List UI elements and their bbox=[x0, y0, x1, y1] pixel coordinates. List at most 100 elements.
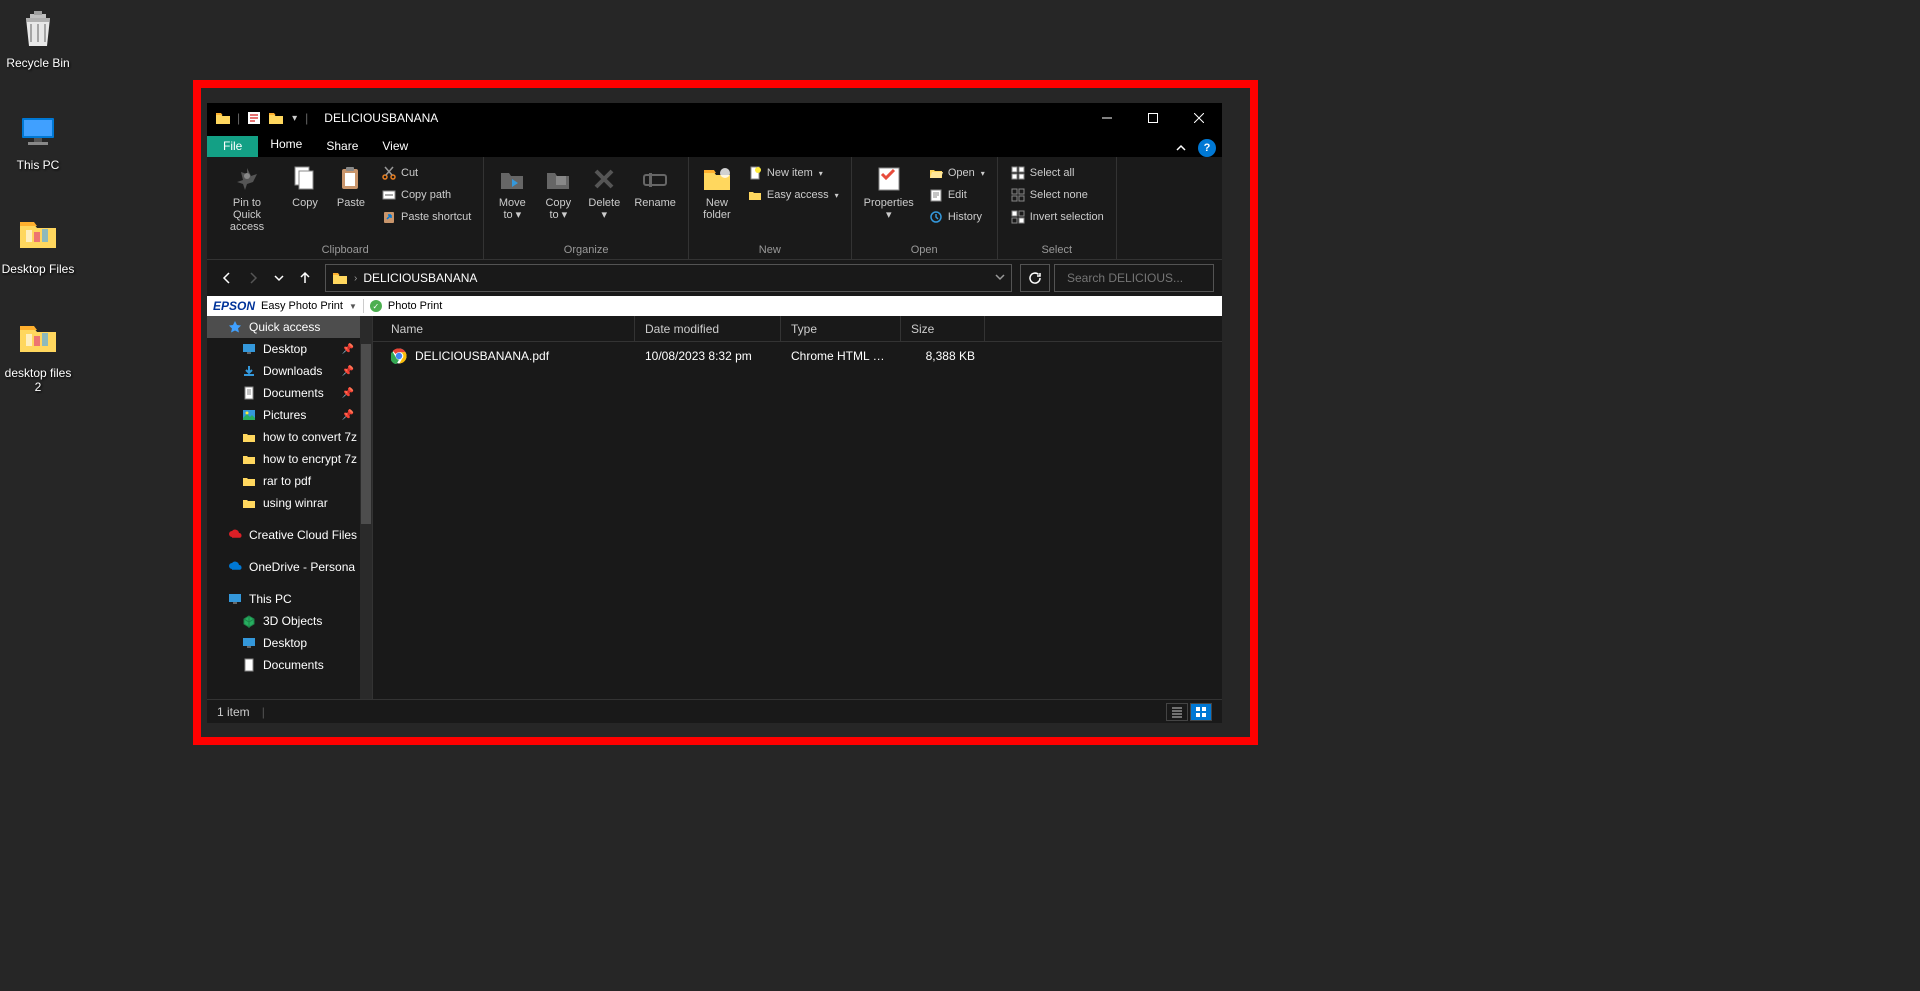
desktop-icon-recycle-bin[interactable]: Recycle Bin bbox=[0, 4, 76, 70]
photo-print-button[interactable]: Photo Print bbox=[388, 300, 442, 312]
select-all-icon bbox=[1010, 165, 1026, 181]
open-button[interactable]: Open▾ bbox=[924, 163, 989, 183]
desktop-icon-desktop-files[interactable]: Desktop Files bbox=[0, 210, 76, 276]
up-button[interactable] bbox=[293, 266, 317, 290]
copy-to-button[interactable]: Copyto ▾ bbox=[538, 161, 578, 223]
copy-button[interactable]: Copy bbox=[285, 161, 325, 211]
nav-quick-access[interactable]: Quick access bbox=[207, 316, 372, 338]
rename-button[interactable]: Rename bbox=[630, 161, 680, 211]
ribbon: Pin to Quick access Copy Paste Cut Copy … bbox=[207, 157, 1222, 260]
refresh-button[interactable] bbox=[1020, 264, 1050, 292]
paste-icon bbox=[335, 163, 367, 195]
copy-path-button[interactable]: Copy path bbox=[377, 185, 475, 205]
invert-selection-icon bbox=[1010, 209, 1026, 225]
address-bar[interactable]: › DELICIOUSBANANA bbox=[325, 264, 1012, 292]
nav-scrollbar[interactable] bbox=[360, 316, 372, 699]
titlebar[interactable]: | ▾ | DELICIOUSBANANA bbox=[207, 103, 1222, 133]
cut-button[interactable]: Cut bbox=[377, 163, 475, 183]
search-input[interactable] bbox=[1067, 271, 1222, 285]
tab-file[interactable]: File bbox=[207, 136, 258, 157]
ribbon-group-clipboard: Pin to Quick access Copy Paste Cut Copy … bbox=[207, 157, 484, 259]
new-folder-icon bbox=[701, 163, 733, 195]
folder-icon bbox=[241, 473, 257, 489]
recycle-bin-icon bbox=[14, 4, 62, 52]
delete-icon bbox=[588, 163, 620, 195]
select-none-button[interactable]: Select none bbox=[1006, 185, 1108, 205]
select-all-button[interactable]: Select all bbox=[1006, 163, 1108, 183]
nav-pictures[interactable]: Pictures📌 bbox=[207, 404, 372, 426]
nav-folder-3[interactable]: rar to pdf bbox=[207, 470, 372, 492]
forward-button[interactable] bbox=[241, 266, 265, 290]
back-button[interactable] bbox=[215, 266, 239, 290]
file-row[interactable]: DELICIOUSBANANA.pdf 10/08/2023 8:32 pm C… bbox=[373, 342, 1222, 370]
properties-icon[interactable] bbox=[246, 110, 262, 126]
history-button[interactable]: History bbox=[924, 207, 989, 227]
column-name[interactable]: Name˄ bbox=[373, 316, 635, 341]
recent-locations-button[interactable] bbox=[267, 266, 291, 290]
minimize-button[interactable] bbox=[1084, 103, 1130, 133]
nav-downloads[interactable]: Downloads📌 bbox=[207, 360, 372, 382]
icons-view-button[interactable] bbox=[1190, 703, 1212, 721]
close-button[interactable] bbox=[1176, 103, 1222, 133]
desktop-icon-this-pc[interactable]: This PC bbox=[0, 106, 76, 172]
ribbon-group-label: Clipboard bbox=[215, 242, 475, 257]
qat-dropdown[interactable]: ▾ bbox=[290, 113, 299, 124]
move-to-button[interactable]: Moveto ▾ bbox=[492, 161, 532, 223]
tab-home[interactable]: Home bbox=[258, 134, 314, 157]
tab-share[interactable]: Share bbox=[314, 136, 370, 157]
ribbon-tabs: File Home Share View ? bbox=[207, 133, 1222, 157]
invert-selection-button[interactable]: Invert selection bbox=[1006, 207, 1108, 227]
nav-folder-1[interactable]: how to convert 7z bbox=[207, 426, 372, 448]
nav-documents-2[interactable]: Documents bbox=[207, 654, 372, 676]
nav-onedrive[interactable]: OneDrive - Persona bbox=[207, 556, 372, 578]
chevron-right-icon[interactable]: › bbox=[354, 273, 357, 284]
new-folder-button[interactable]: Newfolder bbox=[697, 161, 737, 223]
edit-button[interactable]: Edit bbox=[924, 185, 989, 205]
help-button[interactable]: ? bbox=[1198, 139, 1216, 157]
collapse-ribbon-button[interactable] bbox=[1172, 139, 1190, 157]
column-size[interactable]: Size bbox=[901, 316, 985, 341]
paste-button[interactable]: Paste bbox=[331, 161, 371, 211]
easy-photo-print-button[interactable]: Easy Photo Print bbox=[261, 300, 343, 312]
breadcrumb-current[interactable]: DELICIOUSBANANA bbox=[363, 271, 477, 285]
nav-creative-cloud[interactable]: Creative Cloud Files bbox=[207, 524, 372, 546]
column-type[interactable]: Type bbox=[781, 316, 901, 341]
maximize-button[interactable] bbox=[1130, 103, 1176, 133]
separator: | bbox=[305, 111, 308, 125]
ribbon-group-label: Organize bbox=[492, 242, 680, 257]
paste-shortcut-button[interactable]: Paste shortcut bbox=[377, 207, 475, 227]
new-item-icon bbox=[747, 165, 763, 181]
copy-path-icon bbox=[381, 187, 397, 203]
tab-view[interactable]: View bbox=[370, 136, 420, 157]
paste-shortcut-icon bbox=[381, 209, 397, 225]
search-box[interactable] bbox=[1054, 264, 1214, 292]
ribbon-group-select: Select all Select none Invert selection … bbox=[998, 157, 1117, 259]
address-dropdown[interactable] bbox=[995, 271, 1005, 285]
desktop-icon-label: desktop files 2 bbox=[0, 366, 76, 394]
folder-icon bbox=[241, 451, 257, 467]
move-to-icon bbox=[496, 163, 528, 195]
nav-folder-2[interactable]: how to encrypt 7z bbox=[207, 448, 372, 470]
easy-access-button[interactable]: Easy access▾ bbox=[743, 185, 843, 205]
photo-print-icon: ✓ bbox=[370, 300, 382, 312]
desktop-icon bbox=[241, 635, 257, 651]
nav-folder-4[interactable]: using winrar bbox=[207, 492, 372, 514]
nav-3d-objects[interactable]: 3D Objects bbox=[207, 610, 372, 632]
address-row: › DELICIOUSBANANA bbox=[207, 260, 1222, 296]
properties-button[interactable]: Properties▾ bbox=[860, 161, 918, 223]
status-bar: 1 item | bbox=[207, 699, 1222, 723]
details-view-button[interactable] bbox=[1166, 703, 1188, 721]
new-item-button[interactable]: New item▾ bbox=[743, 163, 843, 183]
nav-desktop-2[interactable]: Desktop bbox=[207, 632, 372, 654]
delete-button[interactable]: Delete▾ bbox=[584, 161, 624, 223]
desktop-icon bbox=[241, 341, 257, 357]
nav-documents[interactable]: Documents📌 bbox=[207, 382, 372, 404]
desktop-icon-desktop-files-2[interactable]: desktop files 2 bbox=[0, 314, 76, 394]
pin-to-quick-access-button[interactable]: Pin to Quick access bbox=[215, 161, 279, 235]
folder-icon bbox=[241, 495, 257, 511]
folder-small-icon[interactable] bbox=[268, 110, 284, 126]
edit-icon bbox=[928, 187, 944, 203]
file-size: 8,388 KB bbox=[901, 349, 985, 363]
nav-desktop[interactable]: Desktop📌 bbox=[207, 338, 372, 360]
nav-this-pc[interactable]: This PC bbox=[207, 588, 372, 610]
